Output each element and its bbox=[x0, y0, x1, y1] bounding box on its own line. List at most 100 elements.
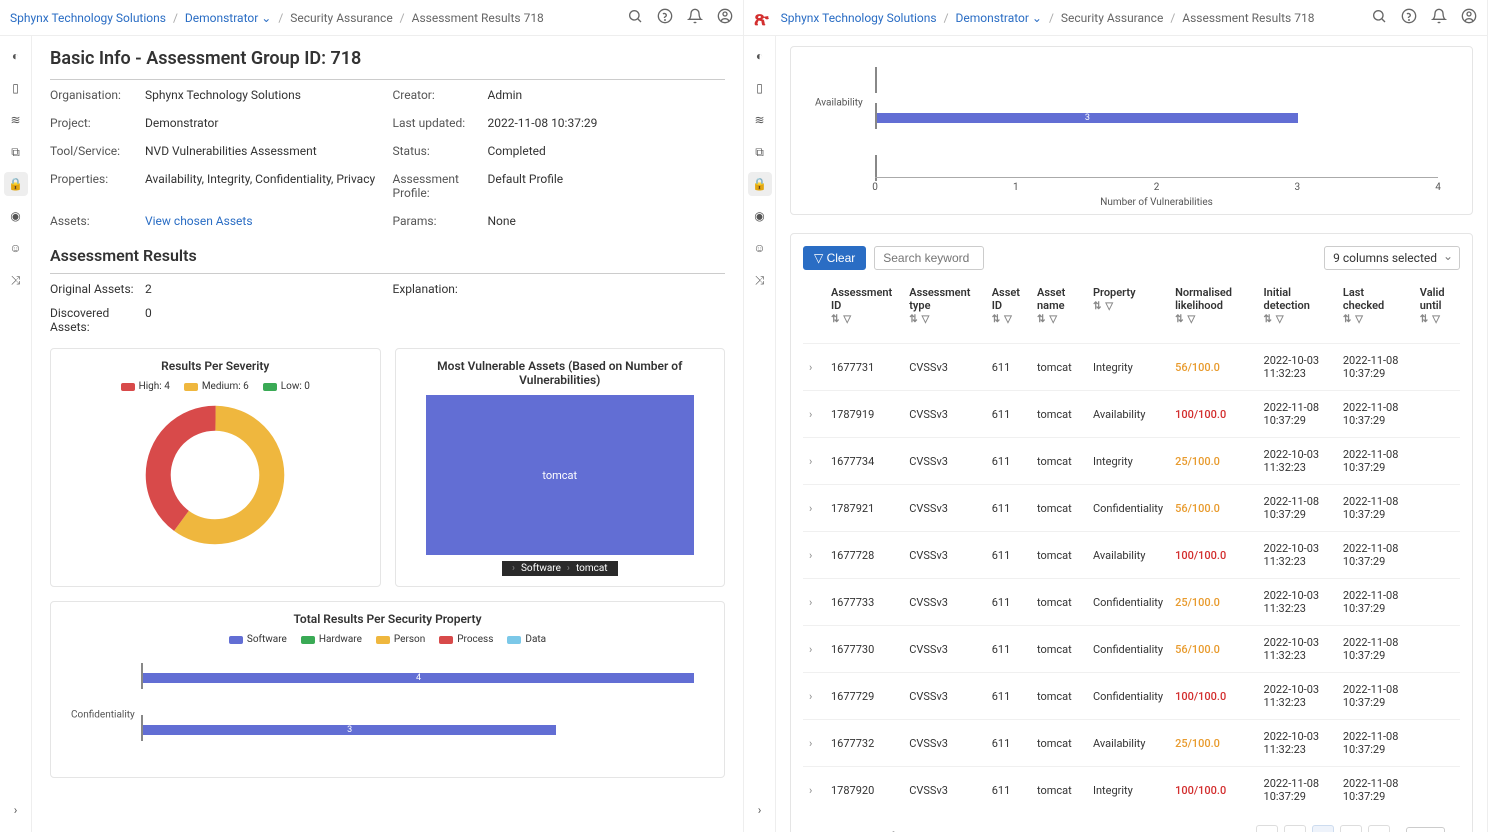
nav-panel-icon[interactable]: ▯ bbox=[748, 76, 772, 100]
col-header[interactable]: Last checked⇅▽ bbox=[1337, 280, 1414, 344]
pager-prev[interactable]: ‹ bbox=[1284, 825, 1306, 832]
filter-icon[interactable]: ▽ bbox=[1004, 314, 1012, 325]
filter-icon[interactable]: ▽ bbox=[1355, 314, 1363, 325]
availability-chart-card: Availability 3 0 1 2 3 4 Number of Vulne… bbox=[790, 46, 1473, 215]
columns-select[interactable]: 9 columns selected bbox=[1324, 246, 1460, 270]
nav-layers-icon[interactable]: ≋ bbox=[748, 108, 772, 132]
sort-icon[interactable]: ⇅ bbox=[1093, 301, 1101, 312]
expand-row-icon[interactable]: › bbox=[809, 549, 812, 562]
bell-icon[interactable] bbox=[1431, 8, 1447, 27]
logo-icon[interactable]: ጽ bbox=[754, 6, 769, 30]
nav-shuffle-icon[interactable]: ⤨ bbox=[748, 268, 772, 292]
nav-expand-icon[interactable]: › bbox=[4, 798, 28, 822]
pager-last[interactable]: » bbox=[1368, 825, 1390, 832]
sort-icon[interactable]: ⇅ bbox=[1037, 314, 1045, 325]
table-row: ›1677728CVSSv3611tomcatAvailability100/1… bbox=[803, 532, 1460, 579]
sidenav-left: ◐ ▯ ≋ ⧉ 🔒 ◉ ☺ ⤨ › bbox=[0, 36, 32, 832]
col-header[interactable]: Asset ID⇅▽ bbox=[986, 280, 1031, 344]
nav-lock-icon[interactable]: 🔒 bbox=[4, 172, 28, 196]
help-icon[interactable] bbox=[1401, 8, 1417, 27]
table-row: ›1677729CVSSv3611tomcatConfidentiality10… bbox=[803, 673, 1460, 720]
search-input[interactable] bbox=[874, 246, 984, 270]
results-title: Assessment Results bbox=[50, 246, 725, 265]
filter-icon[interactable]: ▽ bbox=[1105, 301, 1113, 312]
property-chart-card: Total Results Per Security Property Soft… bbox=[50, 601, 725, 778]
filter-icon[interactable]: ▽ bbox=[1187, 314, 1195, 325]
sidenav-right: ◐ ▯ ≋ ⧉ 🔒 ◉ ☺ ⤨ › bbox=[744, 36, 776, 832]
nav-users-icon[interactable]: ☺ bbox=[4, 236, 28, 260]
nav-shuffle-icon[interactable]: ⤨ bbox=[4, 268, 28, 292]
results-table: Assessment ID⇅▽Assessment type⇅▽Asset ID… bbox=[803, 280, 1460, 813]
col-header[interactable]: Valid until⇅▽ bbox=[1414, 280, 1460, 344]
nav-users-icon[interactable]: ☺ bbox=[748, 236, 772, 260]
sort-icon[interactable]: ⇅ bbox=[1343, 314, 1351, 325]
sort-icon[interactable]: ⇅ bbox=[831, 314, 839, 325]
sort-icon[interactable]: ⇅ bbox=[1175, 314, 1183, 325]
table-row: ›1787919CVSSv3611tomcatAvailability100/1… bbox=[803, 391, 1460, 438]
topbar-right: ጽ Sphynx Technology Solutions / Demonstr… bbox=[744, 0, 1487, 36]
nav-dashboard-icon[interactable]: ◐ bbox=[748, 44, 772, 68]
user-icon[interactable] bbox=[717, 8, 733, 27]
table-row: ›1677730CVSSv3611tomcatConfidentiality56… bbox=[803, 626, 1460, 673]
nav-eye-icon[interactable]: ◉ bbox=[4, 204, 28, 228]
sort-icon[interactable]: ⇅ bbox=[1420, 314, 1428, 325]
nav-layers-icon[interactable]: ≋ bbox=[4, 108, 28, 132]
filter-icon[interactable]: ▽ bbox=[1049, 314, 1057, 325]
expand-row-icon[interactable]: › bbox=[809, 643, 812, 656]
filter-icon[interactable]: ▽ bbox=[922, 314, 930, 325]
treemap-card: Most Vulnerable Assets (Based on Number … bbox=[395, 348, 726, 587]
sort-icon[interactable]: ⇅ bbox=[992, 314, 1000, 325]
clear-button[interactable]: ▽ Clear bbox=[803, 246, 866, 270]
sort-icon[interactable]: ⇅ bbox=[1264, 314, 1272, 325]
page-title: Basic Info - Assessment Group ID: 718 bbox=[50, 48, 725, 69]
search-icon[interactable] bbox=[627, 8, 643, 27]
expand-row-icon[interactable]: › bbox=[809, 502, 812, 515]
donut-chart bbox=[140, 400, 290, 550]
expand-row-icon[interactable]: › bbox=[809, 455, 812, 468]
breadcrumb-project[interactable]: Demonstrator ⌄ bbox=[185, 11, 271, 25]
pager-page[interactable]: 1 bbox=[1312, 825, 1334, 832]
bell-icon[interactable] bbox=[687, 8, 703, 27]
table-row: ›1787921CVSSv3611tomcatConfidentiality56… bbox=[803, 485, 1460, 532]
sort-icon[interactable]: ⇅ bbox=[909, 314, 917, 325]
expand-row-icon[interactable]: › bbox=[809, 690, 812, 703]
nav-panel-icon[interactable]: ▯ bbox=[4, 76, 28, 100]
view-assets-link[interactable]: View chosen Assets bbox=[145, 214, 383, 228]
nav-expand-icon[interactable]: › bbox=[748, 798, 772, 822]
treemap-breadcrumb[interactable]: ›Software ›tomcat bbox=[502, 561, 618, 576]
help-icon[interactable] bbox=[657, 8, 673, 27]
search-icon[interactable] bbox=[1371, 8, 1387, 27]
expand-row-icon[interactable]: › bbox=[809, 361, 812, 374]
col-header[interactable]: Assessment ID⇅▽ bbox=[825, 280, 903, 344]
nav-eye-icon[interactable]: ◉ bbox=[748, 204, 772, 228]
pager: Showing 1 to 10 of 10 entries « ‹ 1 › » … bbox=[803, 825, 1460, 832]
pager-first[interactable]: « bbox=[1256, 825, 1278, 832]
pager-size[interactable]: 10 bbox=[1406, 827, 1444, 832]
expand-row-icon[interactable]: › bbox=[809, 784, 812, 797]
col-header[interactable]: Property⇅▽ bbox=[1087, 280, 1169, 344]
nav-copy-icon[interactable]: ⧉ bbox=[748, 140, 772, 164]
breadcrumb-right: Sphynx Technology Solutions / Demonstrat… bbox=[781, 11, 1371, 25]
expand-row-icon[interactable]: › bbox=[809, 408, 812, 421]
expand-row-icon[interactable]: › bbox=[809, 737, 812, 750]
filter-icon[interactable]: ▽ bbox=[843, 314, 851, 325]
col-header[interactable]: Asset name⇅▽ bbox=[1031, 280, 1087, 344]
nav-lock-icon[interactable]: 🔒 bbox=[748, 172, 772, 196]
col-header[interactable]: Initial detection⇅▽ bbox=[1258, 280, 1337, 344]
nav-copy-icon[interactable]: ⧉ bbox=[4, 140, 28, 164]
filter-icon[interactable]: ▽ bbox=[1432, 314, 1440, 325]
filter-icon[interactable]: ▽ bbox=[1276, 314, 1284, 325]
severity-card: Results Per Severity High: 4Medium: 6Low… bbox=[50, 348, 381, 587]
nav-dashboard-icon[interactable]: ◐ bbox=[4, 44, 28, 68]
table-row: ›1677732CVSSv3611tomcatAvailability25/10… bbox=[803, 720, 1460, 767]
pager-next[interactable]: › bbox=[1340, 825, 1362, 832]
col-header[interactable]: Assessment type⇅▽ bbox=[903, 280, 985, 344]
breadcrumb-page: Assessment Results 718 bbox=[412, 11, 544, 25]
col-header[interactable]: Normalised likelihood⇅▽ bbox=[1169, 280, 1257, 344]
expand-row-icon[interactable]: › bbox=[809, 596, 812, 609]
breadcrumb: Sphynx Technology Solutions / Demonstrat… bbox=[10, 11, 627, 25]
breadcrumb-org[interactable]: Sphynx Technology Solutions bbox=[10, 11, 166, 25]
table-row: ›1677731CVSSv3611tomcatIntegrity56/100.0… bbox=[803, 344, 1460, 391]
treemap-tile[interactable]: tomcat bbox=[426, 395, 695, 555]
user-icon[interactable] bbox=[1461, 8, 1477, 27]
